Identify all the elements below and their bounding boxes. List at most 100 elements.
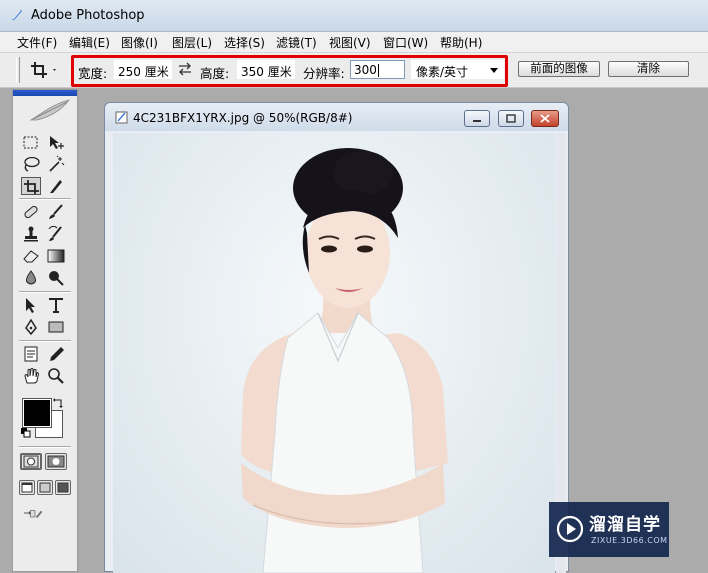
standard-mode-icon xyxy=(23,455,39,468)
watermark-badge: 溜溜自学 ZIXUE.3D66.COM xyxy=(549,502,669,557)
foreground-color-swatch[interactable] xyxy=(22,398,52,428)
hand-tool[interactable] xyxy=(21,367,41,385)
portrait-photo xyxy=(241,148,448,573)
restore-icon xyxy=(506,114,516,123)
brush-icon xyxy=(49,204,63,219)
menu-file[interactable]: 文件(F) xyxy=(17,34,57,51)
drop-icon xyxy=(26,270,36,285)
history-brush-tool[interactable] xyxy=(46,225,66,243)
minimize-button[interactable] xyxy=(464,110,490,127)
menu-help[interactable]: 帮助(H) xyxy=(440,34,482,51)
front-image-button[interactable]: 前面的图像 xyxy=(518,61,600,77)
slice-icon xyxy=(50,180,62,193)
default-colors-icon[interactable] xyxy=(21,428,31,438)
marquee-icon xyxy=(23,136,38,149)
minimize-icon xyxy=(473,120,481,122)
screen-mode-full[interactable] xyxy=(55,480,71,495)
window-icon xyxy=(39,482,51,493)
resolution-unit-select[interactable]: 像素/英寸 xyxy=(411,60,504,79)
brush-tool[interactable] xyxy=(46,203,66,221)
height-field[interactable]: 350 厘米 xyxy=(237,60,295,79)
notes-tool[interactable] xyxy=(21,345,41,363)
magnifier-icon xyxy=(48,368,64,384)
resolution-value: 300 xyxy=(354,63,377,77)
zoom-tool[interactable] xyxy=(46,367,66,385)
move-tool[interactable] xyxy=(46,134,66,152)
menu-filter[interactable]: 滤镜(T) xyxy=(276,34,317,51)
crop-icon xyxy=(31,62,56,78)
watermark-subtext: ZIXUE.3D66.COM xyxy=(591,536,668,545)
watermark-text: 溜溜自学 xyxy=(589,515,661,535)
lasso-tool[interactable] xyxy=(21,155,41,173)
menu-window[interactable]: 窗口(W) xyxy=(383,34,428,51)
eyedropper-tool[interactable] xyxy=(46,345,66,363)
jump-to-imageready[interactable] xyxy=(23,505,63,525)
document-title: 4C231BFX1YRX.jpg @ 50%(RGB/8#) xyxy=(133,111,353,125)
eraser-icon xyxy=(23,250,39,263)
zixue-logo-icon xyxy=(556,515,584,543)
screen-mode-full-menu[interactable] xyxy=(37,480,53,495)
magic-wand-tool[interactable] xyxy=(46,155,66,173)
menu-bar: 文件(F) 编辑(E) 图像(I) 图层(L) 选择(S) 滤镜(T) 视图(V… xyxy=(0,32,708,53)
healing-brush-tool[interactable] xyxy=(21,203,41,221)
app-titlebar: Adobe Photoshop xyxy=(0,0,708,32)
clone-stamp-tool[interactable] xyxy=(21,225,41,243)
slice-tool[interactable] xyxy=(46,177,66,195)
magic-wand-icon xyxy=(49,155,65,172)
adobe-feather-icon[interactable] xyxy=(27,98,73,124)
menu-select[interactable]: 选择(S) xyxy=(224,34,265,51)
eraser-tool[interactable] xyxy=(21,247,41,265)
toolbox-divider xyxy=(19,291,71,293)
image-canvas[interactable] xyxy=(113,133,555,573)
path-select-icon xyxy=(26,298,35,313)
standard-mode-button[interactable] xyxy=(20,453,42,470)
marquee-tool[interactable] xyxy=(21,134,41,152)
pen-icon xyxy=(25,318,37,336)
swap-colors-icon[interactable] xyxy=(53,397,65,409)
width-field[interactable]: 250 厘米 xyxy=(114,60,172,79)
screen-mode-standard[interactable] xyxy=(19,480,35,495)
type-tool[interactable] xyxy=(46,296,66,314)
resolution-unit-value: 像素/英寸 xyxy=(416,65,469,79)
bandage-icon xyxy=(24,205,38,219)
move-icon xyxy=(50,136,64,149)
dropdown-arrow-icon xyxy=(490,68,498,73)
window-icon xyxy=(57,482,69,493)
resolution-field[interactable]: 300 xyxy=(350,60,405,79)
gradient-tool[interactable] xyxy=(46,247,66,265)
gradient-icon xyxy=(47,249,65,263)
crop-tool-preset[interactable] xyxy=(28,59,58,81)
menu-layer[interactable]: 图层(L) xyxy=(172,34,212,51)
crop-tool[interactable] xyxy=(21,177,41,195)
menu-edit[interactable]: 编辑(E) xyxy=(69,34,110,51)
path-selection-tool[interactable] xyxy=(21,296,41,314)
shape-tool[interactable] xyxy=(46,318,66,336)
text-cursor xyxy=(377,64,379,77)
dodge-icon xyxy=(49,271,64,286)
crop-tool-icon xyxy=(24,180,39,194)
photoshop-feather-icon xyxy=(12,10,22,20)
clear-button[interactable]: 清除 xyxy=(608,61,689,77)
app-title: Adobe Photoshop xyxy=(31,8,145,23)
close-icon xyxy=(540,114,550,123)
window-icon xyxy=(21,482,33,493)
toolbox-header[interactable] xyxy=(13,90,77,96)
resolution-label: 分辨率: xyxy=(303,66,345,81)
width-label: 宽度: xyxy=(78,66,108,81)
swap-width-height-icon[interactable] xyxy=(177,62,193,76)
quick-mask-button[interactable] xyxy=(45,453,67,470)
history-brush-icon xyxy=(48,225,62,241)
rectangle-icon xyxy=(48,321,64,333)
toolbox-divider xyxy=(19,198,71,200)
dodge-tool[interactable] xyxy=(46,269,66,287)
close-button[interactable] xyxy=(531,110,559,127)
document-titlebar[interactable]: 4C231BFX1YRX.jpg @ 50%(RGB/8#) xyxy=(105,103,568,131)
maximize-button[interactable] xyxy=(498,110,524,127)
options-grip[interactable] xyxy=(16,57,20,83)
blur-tool[interactable] xyxy=(21,269,41,287)
eyedropper-icon xyxy=(50,347,64,361)
height-label: 高度: xyxy=(200,66,230,81)
menu-view[interactable]: 视图(V) xyxy=(329,34,371,51)
menu-image[interactable]: 图像(I) xyxy=(121,34,158,51)
pen-tool[interactable] xyxy=(21,318,41,336)
